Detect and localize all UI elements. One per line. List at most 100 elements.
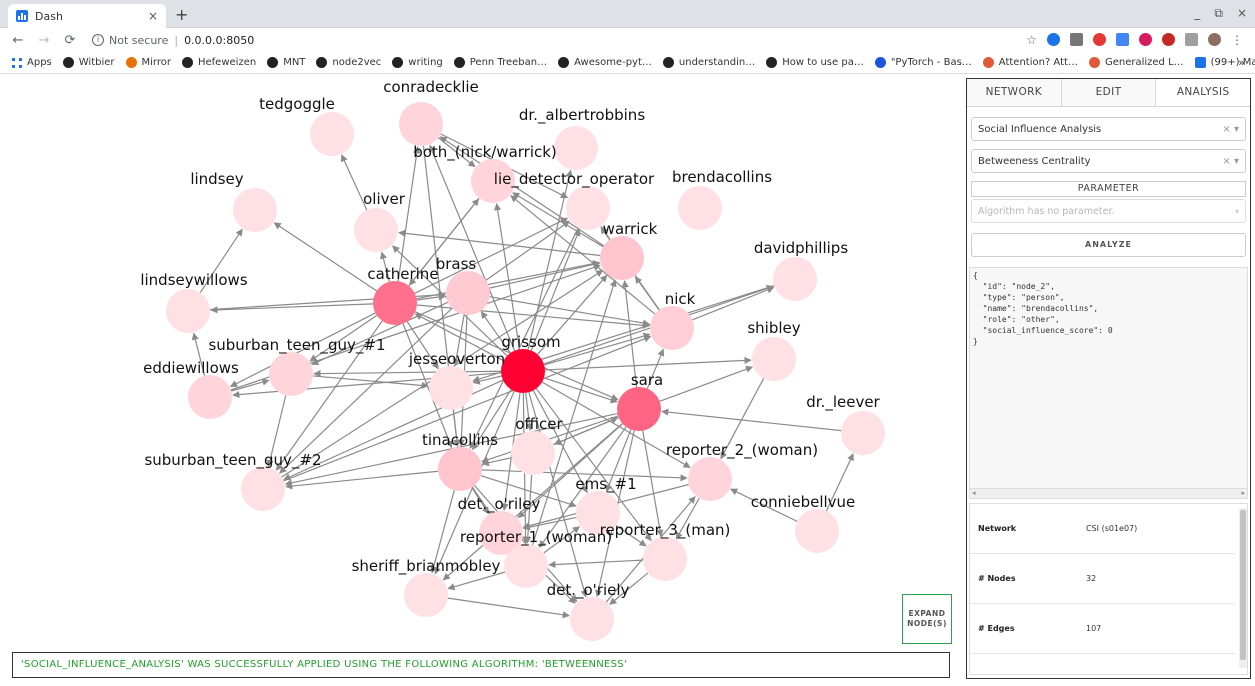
graph-node-lindseywillows[interactable] (166, 289, 210, 333)
tab-edit[interactable]: EDIT (1061, 79, 1157, 106)
bookmark-item[interactable]: Attention? Att… (982, 57, 1078, 68)
extension-abp-icon[interactable] (1162, 33, 1175, 46)
info-icon[interactable]: i (92, 34, 104, 46)
bookmark-item[interactable]: Penn Treeban… (453, 57, 547, 68)
graph-node-conniebellvue[interactable] (795, 509, 839, 553)
bookmark-label: Mirror (141, 57, 171, 68)
minimize-icon[interactable]: _ (1194, 6, 1200, 21)
graph-node-eddiewillows[interactable] (188, 375, 232, 419)
graph-node-albertrobbins[interactable] (554, 126, 598, 170)
bookmark-item[interactable]: Hefeweizen (181, 57, 257, 68)
browser-toolbar: ← → ⟳ i Not secure | 0.0.0.0:8050 ☆ ⋮ (0, 28, 1255, 52)
reload-icon[interactable]: ⟳ (62, 33, 78, 48)
analysis-type-dropdown[interactable]: Social Influence Analysis × ▾ (971, 117, 1246, 141)
graph-node-catherine[interactable] (373, 281, 417, 325)
graph-node-conradecklie[interactable] (399, 102, 443, 146)
graph-node-label: det._o'riley (458, 495, 541, 514)
extension-pink-icon[interactable] (1139, 33, 1152, 46)
bookmark-item[interactable]: MNT (267, 57, 305, 68)
graph-node-davidphillips[interactable] (773, 257, 817, 301)
clear-chevron-icon[interactable]: × ▾ (1222, 124, 1239, 135)
bookmark-label: MNT (283, 57, 306, 68)
graph-node-brendacollins[interactable] (678, 186, 722, 230)
graph-node-reporter3[interactable] (643, 537, 687, 581)
graph-node-oliver[interactable] (354, 208, 398, 252)
globe-icon (392, 57, 404, 68)
stat-value: CSI (s01e07) (1086, 524, 1138, 533)
window-close-icon[interactable]: × (1237, 6, 1247, 21)
browser-tab[interactable]: Dash × (8, 4, 166, 28)
clear-chevron-icon[interactable]: × ▾ (1222, 156, 1239, 167)
graph-node-label: sheriff_brianmobley (352, 557, 501, 576)
back-arrow-icon[interactable]: ← (10, 33, 26, 48)
bookmark-item[interactable]: understandin… (662, 57, 755, 68)
graph-node-grissom[interactable] (501, 349, 545, 393)
globe-icon (453, 57, 465, 68)
analyze-button[interactable]: ANALYZE (971, 233, 1246, 257)
graph-node-label: brass (436, 255, 477, 273)
tab-analysis[interactable]: ANALYSIS (1156, 79, 1250, 106)
restore-icon[interactable]: ⧉ (1214, 6, 1223, 21)
graph-edge (313, 370, 502, 378)
graph-node-nick[interactable] (650, 306, 694, 350)
bookmark-item[interactable]: node2vec (316, 57, 381, 68)
bookmark-label: Hefeweizen (197, 57, 257, 68)
forward-arrow-icon[interactable]: → (36, 33, 52, 48)
bookmark-item[interactable]: "PyTorch - Bas… (874, 57, 972, 68)
graph-node-sttg1[interactable] (269, 352, 313, 396)
tab-network[interactable]: NETWORK (967, 79, 1062, 106)
graph-node-sheriff[interactable] (404, 573, 448, 617)
graph-node-detoriely[interactable] (570, 597, 614, 641)
graph-node-tinacollins[interactable] (438, 447, 482, 491)
expand-nodes-button[interactable]: EXPAND NODE(S) (902, 594, 952, 644)
github-icon (181, 57, 193, 68)
graph-node-shibley[interactable] (752, 337, 796, 381)
graph-node-reporter1[interactable] (504, 544, 548, 588)
graph-node-label: eddiewillows (143, 359, 239, 377)
bookmark-item[interactable]: writing (392, 57, 443, 68)
vertical-scrollbar[interactable] (1239, 508, 1247, 668)
browser-tab-strip: Dash × + _ ⧉ × (0, 0, 1255, 28)
graph-node-warrick[interactable] (600, 236, 644, 280)
bookmark-item[interactable]: (99+) Machine… (1194, 57, 1255, 68)
node-json-output[interactable]: { "id": "node_2", "type": "person", "nam… (969, 267, 1248, 499)
bookmarks-overflow-icon[interactable]: » (1238, 56, 1245, 69)
extension-list-icon[interactable] (1185, 33, 1198, 46)
new-tab-button[interactable]: + (175, 5, 188, 24)
graph-node-reporter2[interactable] (688, 457, 732, 501)
close-tab-icon[interactable]: × (148, 9, 158, 23)
graph-node-label: lindsey (190, 170, 243, 188)
address-bar[interactable]: i Not secure | 0.0.0.0:8050 (92, 34, 254, 47)
graph-canvas[interactable]: grissom sara catherine tedgoggle conradeckli… (8, 78, 958, 678)
extension-translate-icon[interactable] (1116, 33, 1129, 46)
graph-node-label: tedgoggle (259, 95, 335, 113)
graph-node-tedgoggle[interactable] (310, 112, 354, 156)
apps-grid-icon (12, 57, 22, 68)
bookmark-item[interactable]: Witbier (62, 57, 115, 68)
bookmark-item[interactable]: Generalized L… (1088, 57, 1184, 68)
bookmark-item[interactable]: Mirror (125, 57, 171, 68)
network-graph[interactable]: grissom sara catherine tedgoggle conradeckli… (8, 78, 958, 678)
graph-node-jesseoverton[interactable] (429, 366, 473, 410)
extension-red-icon[interactable] (1093, 33, 1106, 46)
graph-node-lindsey[interactable] (233, 188, 277, 232)
graph-node-label: lindseywillows (140, 271, 247, 289)
parameter-select[interactable]: Algorithm has no parameter. ▾ (971, 199, 1246, 223)
algorithm-dropdown[interactable]: Betweeness Centrality × ▾ (971, 149, 1246, 173)
graph-node-label: catherine (367, 265, 438, 283)
graph-node-officer[interactable] (511, 431, 555, 475)
bookmark-item[interactable]: Apps (12, 57, 52, 68)
extension-blue-icon[interactable] (1047, 33, 1060, 46)
browser-menu-icon[interactable]: ⋮ (1231, 33, 1243, 47)
star-bookmark-icon[interactable]: ☆ (1026, 33, 1037, 47)
bookmark-item[interactable]: How to use pa… (766, 57, 864, 68)
control-panel: NETWORK EDIT ANALYSIS Social Influence A… (966, 78, 1251, 679)
graph-node-sttg2[interactable] (241, 467, 285, 511)
graph-node-drleever[interactable] (841, 411, 885, 455)
graph-node-brass[interactable] (446, 271, 490, 315)
extension-gray-icon[interactable] (1070, 33, 1083, 46)
horizontal-scrollbar[interactable]: ◂ ▸ (970, 488, 1247, 498)
graph-node-sara[interactable] (617, 387, 661, 431)
bookmark-item[interactable]: Awesome-pyt… (558, 57, 652, 68)
profile-avatar[interactable] (1208, 33, 1221, 46)
